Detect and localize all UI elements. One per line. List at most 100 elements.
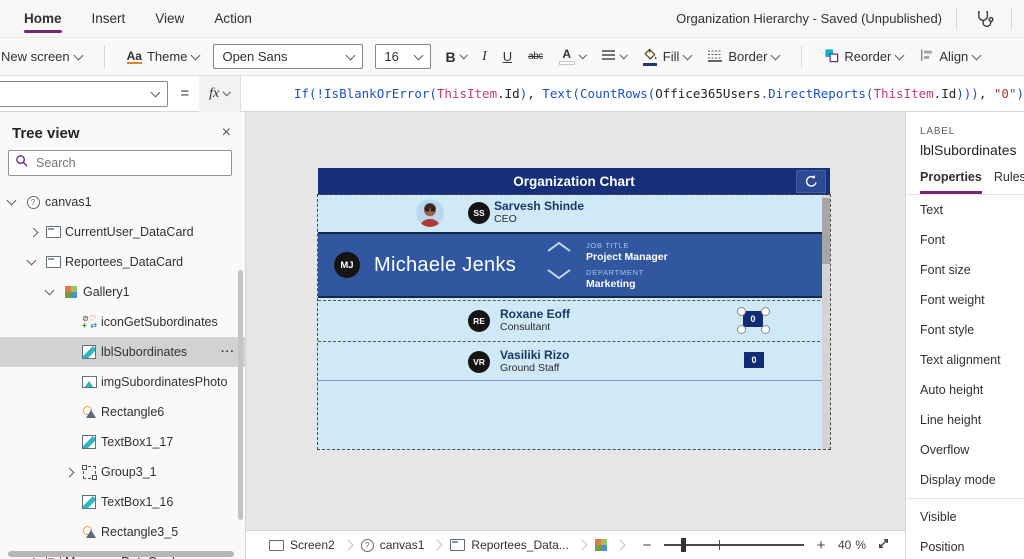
datacard-icon [45,226,61,238]
tree-item-lblsubordinates[interactable]: lblSubordinates ··· [0,337,245,367]
zoom-slider[interactable] [663,537,804,553]
property-row-line-height[interactable]: Line height [906,405,1024,435]
tree-item-icongetsubordinates[interactable]: ⊘ ♡ + ⇄ iconGetSubordinates [0,307,245,337]
property-row-display-mode[interactable]: Display mode [906,465,1024,495]
equals-sign: = [180,85,190,102]
align-button[interactable]: Align [911,38,988,75]
theme-button[interactable]: Aa Theme [119,38,208,75]
property-row-font-style[interactable]: Font style [906,315,1024,345]
italic-button[interactable]: I [474,38,495,75]
close-icon[interactable]: × [222,124,231,142]
formula-input[interactable]: If(!IsBlankOrError(ThisItem.Id), Text(Co… [249,71,1024,116]
bold-button[interactable]: B [437,38,474,75]
breadcrumb-gallery1[interactable] [586,539,616,551]
new-screen-button[interactable]: New screen [0,38,90,75]
chevron-down-icon[interactable] [546,267,572,285]
chevron-up-icon[interactable] [546,240,572,258]
tree-item-label: Group3_1 [101,465,157,479]
property-row-visible[interactable]: Visible [906,502,1024,532]
search-icon [15,154,28,172]
fx-button[interactable]: fx [199,75,241,112]
tree-vertical-scrollbar[interactable] [238,270,243,520]
tree-horizontal-scrollbar[interactable] [8,551,234,557]
tree-item-imgsubordinatesphoto[interactable]: imgSubordinatesPhoto [0,367,245,397]
design-canvas[interactable]: Organization Chart SS Sarvesh Shinde CEO [246,112,905,530]
search-input[interactable] [34,155,225,171]
chevron-right-icon[interactable] [28,227,39,237]
gallery-row-subordinate[interactable]: VR Vasiliki Rizo Ground Staff 0 [318,341,830,381]
property-row-overflow[interactable]: Overflow [906,435,1024,465]
border-button[interactable]: Border [699,38,787,75]
tree-item-textbox1-16[interactable]: TextBox1_16 [0,487,245,517]
selection-handle[interactable] [737,307,746,316]
tree-item-group3-1[interactable]: Group3_1 [0,457,245,487]
text-align-button[interactable] [593,38,635,75]
property-row-position[interactable]: Position [906,532,1024,559]
tab-action[interactable]: Action [214,0,252,38]
zoom-in-button[interactable]: + [814,537,828,554]
strikethrough-button[interactable]: abc [520,38,551,75]
fill-button[interactable]: Fill [635,38,700,75]
org-chart-header[interactable]: Organization Chart [318,168,830,195]
selection-handle[interactable] [761,325,770,334]
gallery-control[interactable]: SS Sarvesh Shinde CEO MJ Michaele Jenks … [317,194,831,450]
app-checker-icon[interactable] [971,9,997,28]
tree-item-gallery1[interactable]: Gallery1 [0,277,245,307]
reorder-button[interactable]: Reorder [816,38,911,75]
selection-handle[interactable] [761,307,770,316]
chevron-down-icon[interactable] [6,195,17,206]
tab-insert[interactable]: Insert [92,0,126,38]
chevron-down-icon[interactable] [44,285,55,296]
underline-button[interactable]: U [495,38,520,75]
property-row-text[interactable]: Text [906,195,1024,225]
font-size-select[interactable]: 16 [375,44,432,69]
tree-search-box[interactable] [8,150,232,176]
formula-token: Text( [542,86,580,101]
tree-item-rectangle3-5[interactable]: Rectangle3_5 [0,517,245,547]
subordinates-count-label[interactable]: 0 [744,352,764,368]
tab-view[interactable]: View [155,0,184,38]
property-row-font-weight[interactable]: Font weight [906,285,1024,315]
subordinates-count-label[interactable]: 0 [743,311,763,327]
selection-handle[interactable] [737,325,746,334]
chevron-right-icon[interactable] [64,467,75,477]
chevron-down-icon [682,50,693,60]
slider-thumb[interactable] [680,538,686,552]
canvas-icon [360,538,374,552]
department-value: Marketing [586,278,636,290]
scrollbar-thumb[interactable] [822,198,830,264]
chevron-down-icon [150,87,161,97]
breadcrumb-reportees-datacard[interactable]: Reportees_Data... [441,538,577,552]
property-row-auto-height[interactable]: Auto height [906,375,1024,405]
property-dropdown[interactable] [0,80,169,107]
zoom-out-button[interactable]: − [640,537,654,554]
tree-item-label: lblSubordinates [101,345,188,359]
font-color-button[interactable]: A [551,38,594,75]
tab-home[interactable]: Home [24,0,62,38]
font-color-swatch [558,60,575,65]
breadcrumb-canvas1[interactable]: canvas1 [352,538,434,552]
tab-rules[interactable]: Rules [994,170,1024,194]
tree-item-currentuser-datacard[interactable]: CurrentUser_DataCard [0,217,245,247]
font-name-select[interactable]: Open Sans [213,44,364,69]
gallery-row-ceo[interactable]: SS Sarvesh Shinde CEO [318,195,830,231]
property-row-font-size[interactable]: Font size [906,255,1024,285]
breadcrumb-screen2[interactable]: Screen2 [260,538,344,552]
gallery-row-selected-person[interactable]: MJ Michaele Jenks JOB TITLE Project Mana… [318,232,830,298]
zoom-percent-value: 40 [837,538,852,552]
more-options-icon[interactable]: ··· [221,346,235,358]
tree-item-rectangle6[interactable]: Rectangle6 [0,397,245,427]
chevron-down-icon[interactable] [26,255,37,266]
font-color-icon: A [562,46,572,61]
refresh-button[interactable] [796,170,826,193]
property-row-font[interactable]: Font [906,225,1024,255]
tree-item-reportees-datacard[interactable]: Reportees_DataCard [0,247,245,277]
gallery-row-subordinate[interactable]: RE Roxane Eoff Consultant 0 [318,300,830,340]
fit-to-window-icon[interactable] [876,536,891,554]
tab-properties[interactable]: Properties [920,170,982,194]
tree-item-canvas1[interactable]: canvas1 [0,187,245,217]
align-icon [919,48,934,65]
gallery-scrollbar[interactable] [822,195,830,449]
property-row-text-alignment[interactable]: Text alignment [906,345,1024,375]
tree-item-textbox1-17[interactable]: TextBox1_17 [0,427,245,457]
